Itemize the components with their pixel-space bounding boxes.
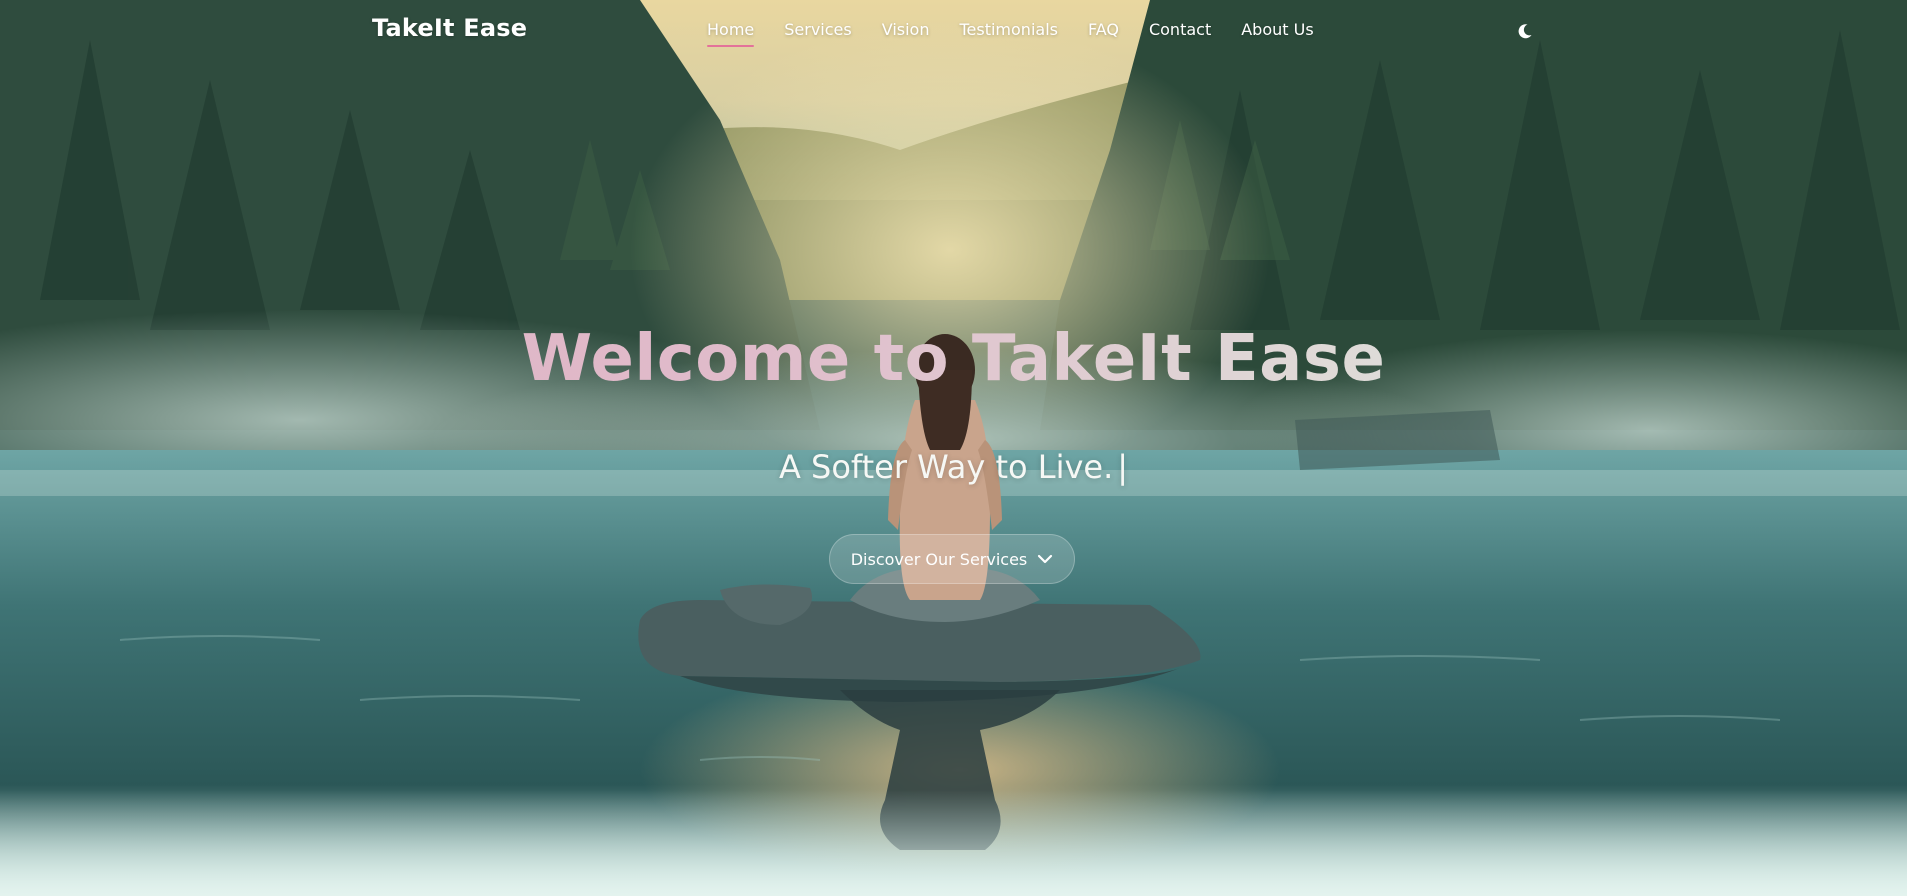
- nav-link-contact[interactable]: Contact: [1149, 20, 1211, 47]
- nav-item-testimonials: Testimonials: [959, 20, 1058, 39]
- nav-menu: Home Services Vision Testimonials FAQ Co…: [707, 20, 1314, 39]
- hero-subtitle-text: A Softer Way to Live.: [778, 448, 1114, 486]
- top-navbar: TakeIt Ease Home Services Vision Testimo…: [0, 0, 1907, 62]
- nav-link-about-us[interactable]: About Us: [1241, 20, 1313, 47]
- nav-link-home[interactable]: Home: [707, 20, 754, 47]
- nav-link-faq[interactable]: FAQ: [1088, 20, 1119, 47]
- nav-item-faq: FAQ: [1088, 20, 1119, 39]
- typing-cursor: |: [1117, 448, 1129, 486]
- hero-headline: Welcome to TakeIt Ease: [0, 322, 1907, 396]
- nav-item-home: Home: [707, 20, 754, 39]
- moon-icon: [1518, 24, 1532, 39]
- brand-logo[interactable]: TakeIt Ease: [372, 14, 527, 42]
- nav-item-services: Services: [784, 20, 851, 39]
- nav-item-vision: Vision: [882, 20, 930, 39]
- chevron-down-icon: [1038, 554, 1053, 564]
- discover-services-button[interactable]: Discover Our Services: [829, 534, 1075, 584]
- nav-item-about-us: About Us: [1241, 20, 1313, 39]
- nav-link-vision[interactable]: Vision: [882, 20, 930, 47]
- hero-section: TakeIt Ease Home Services Vision Testimo…: [0, 0, 1907, 896]
- hero-subtitle: A Softer Way to Live. |: [0, 448, 1907, 486]
- nav-link-services[interactable]: Services: [784, 20, 851, 47]
- discover-services-label: Discover Our Services: [850, 549, 1028, 569]
- nav-link-testimonials[interactable]: Testimonials: [959, 20, 1058, 47]
- theme-toggle-button[interactable]: [1514, 20, 1536, 42]
- nav-item-contact: Contact: [1149, 20, 1211, 39]
